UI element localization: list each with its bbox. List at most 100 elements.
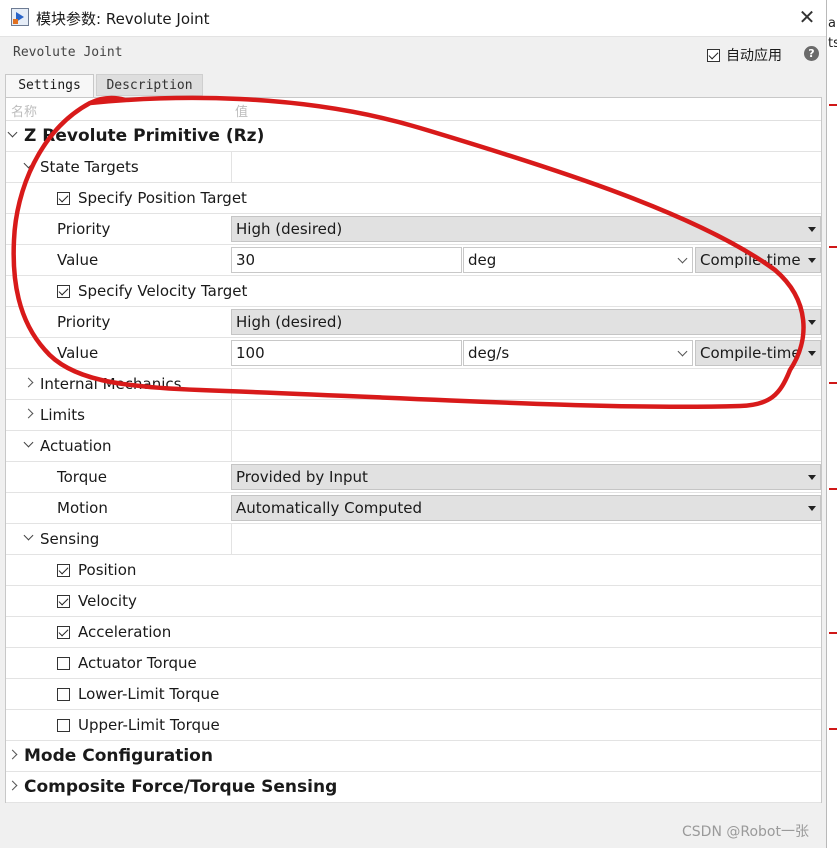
dropdown-arrow-icon: [808, 475, 816, 480]
velocity-value-label: Value: [57, 344, 99, 362]
motion-select[interactable]: Automatically Computed: [231, 495, 821, 521]
tree-row-actuation[interactable]: Actuation: [6, 431, 821, 462]
tree-row-sense-upper-limit[interactable]: Upper-Limit Torque: [6, 710, 821, 741]
sense-acceleration-label: Acceleration: [78, 623, 172, 641]
chevron-down-icon[interactable]: [25, 152, 32, 182]
help-icon[interactable]: ?: [804, 46, 819, 61]
composite-force-label: Composite Force/Torque Sensing: [24, 777, 338, 797]
title-bar[interactable]: 模块参数: Revolute Joint ✕: [0, 0, 826, 37]
chevron-down-icon: [677, 253, 688, 264]
close-icon[interactable]: ✕: [794, 4, 820, 30]
position-value-input[interactable]: 30: [231, 247, 462, 273]
chevron-right-icon[interactable]: [9, 741, 16, 771]
sense-upper-limit-option[interactable]: Upper-Limit Torque: [57, 710, 220, 740]
tab-description[interactable]: Description: [96, 74, 203, 96]
sense-actuator-torque-label: Actuator Torque: [78, 654, 197, 672]
velocity-priority-label: Priority: [57, 313, 111, 331]
motion-value: Automatically Computed: [236, 499, 423, 517]
value-cell: [231, 400, 822, 430]
sensing-label: Sensing: [40, 530, 100, 548]
tree-row-composite-force[interactable]: Composite Force/Torque Sensing: [6, 772, 821, 803]
velocity-eval-select[interactable]: Compile-time: [695, 340, 821, 366]
background-line-mark: [829, 104, 837, 106]
position-priority-value: High (desired): [236, 220, 343, 238]
sense-position-option[interactable]: Position: [57, 555, 136, 585]
velocity-unit-select[interactable]: deg/s: [463, 340, 693, 366]
position-unit-select[interactable]: deg: [463, 247, 693, 273]
value-cell: [231, 431, 822, 461]
tree-row-specify-position[interactable]: Specify Position Target: [6, 183, 821, 214]
chevron-down-icon[interactable]: [9, 121, 16, 151]
sense-velocity-option[interactable]: Velocity: [57, 586, 137, 616]
tree-row-internal-mechanics[interactable]: Internal Mechanics: [6, 369, 821, 400]
velocity-eval-value: Compile-time: [700, 344, 801, 362]
specify-velocity-target-option[interactable]: Specify Velocity Target: [57, 276, 247, 306]
tree-row-primitive[interactable]: Z Revolute Primitive (Rz): [6, 121, 821, 152]
specify-position-target-label: Specify Position Target: [78, 189, 247, 207]
motion-label: Motion: [57, 499, 108, 517]
tree-row-sense-velocity[interactable]: Velocity: [6, 586, 821, 617]
tree-row-mode-configuration[interactable]: Mode Configuration: [6, 741, 821, 772]
sense-actuator-torque-option[interactable]: Actuator Torque: [57, 648, 197, 678]
chevron-right-icon[interactable]: [25, 400, 32, 430]
watermark: CSDN @Robot一张: [682, 824, 809, 840]
name-column-header: 名称: [11, 105, 38, 120]
tree-row-sense-lower-limit[interactable]: Lower-Limit Torque: [6, 679, 821, 710]
tree-row-specify-velocity[interactable]: Specify Velocity Target: [6, 276, 821, 307]
background-text: ap: [828, 16, 837, 31]
dropdown-arrow-icon: [808, 320, 816, 325]
tree-row-torque: Torque Provided by Input: [6, 462, 821, 493]
sense-lower-limit-option[interactable]: Lower-Limit Torque: [57, 679, 219, 709]
actuation-label: Actuation: [40, 437, 112, 455]
block-parameters-dialog: 模块参数: Revolute Joint ✕ Revolute Joint 自动…: [0, 0, 827, 848]
specify-position-target-checkbox[interactable]: [57, 191, 70, 205]
state-targets-label: State Targets: [40, 158, 139, 176]
torque-select[interactable]: Provided by Input: [231, 464, 821, 490]
tree-row-sense-position[interactable]: Position: [6, 555, 821, 586]
chevron-right-icon[interactable]: [9, 772, 16, 802]
sense-actuator-torque-checkbox[interactable]: [57, 656, 70, 670]
torque-value: Provided by Input: [236, 468, 368, 486]
block-header: Revolute Joint 自动应用: [0, 37, 826, 71]
dropdown-arrow-icon: [808, 351, 816, 356]
background-text: ts: [828, 36, 837, 51]
tree-row-limits[interactable]: Limits: [6, 400, 821, 431]
sense-acceleration-checkbox[interactable]: [57, 625, 70, 639]
sense-acceleration-option[interactable]: Acceleration: [57, 617, 171, 647]
tree-row-sense-acceleration[interactable]: Acceleration: [6, 617, 821, 648]
sense-lower-limit-label: Lower-Limit Torque: [78, 685, 220, 703]
position-priority-label: Priority: [57, 220, 111, 238]
chevron-down-icon[interactable]: [25, 524, 32, 554]
specify-velocity-target-label: Specify Velocity Target: [78, 282, 248, 300]
value-cell: [231, 369, 822, 399]
sense-position-checkbox[interactable]: [57, 563, 70, 577]
sense-upper-limit-label: Upper-Limit Torque: [78, 716, 220, 734]
specify-position-target-option[interactable]: Specify Position Target: [57, 183, 247, 213]
tree-row-sense-actuator-torque[interactable]: Actuator Torque: [6, 648, 821, 679]
position-priority-select[interactable]: High (desired): [231, 216, 821, 242]
velocity-priority-select[interactable]: High (desired): [231, 309, 821, 335]
tree-row-sensing[interactable]: Sensing: [6, 524, 821, 555]
position-eval-select[interactable]: Compile-time: [695, 247, 821, 273]
block-type-name: Revolute Joint: [13, 45, 123, 60]
background-line-mark: [829, 632, 837, 634]
chevron-right-icon[interactable]: [25, 369, 32, 399]
sense-velocity-checkbox[interactable]: [57, 594, 70, 608]
auto-apply-checkbox[interactable]: [707, 48, 720, 62]
parameter-tree-panel: 名称 值 Z Revolute Primitive (Rz) State Tar…: [5, 97, 822, 803]
chevron-down-icon: [677, 346, 688, 357]
velocity-value-input[interactable]: 100: [231, 340, 462, 366]
chevron-down-icon[interactable]: [25, 431, 32, 461]
auto-apply-label: 自动应用: [726, 48, 782, 64]
primitive-section-label: Z Revolute Primitive (Rz): [24, 126, 265, 146]
auto-apply-toggle[interactable]: 自动应用: [707, 45, 782, 65]
sense-upper-limit-checkbox[interactable]: [57, 718, 70, 732]
specify-velocity-target-checkbox[interactable]: [57, 284, 70, 298]
background-line-mark: [829, 728, 837, 730]
sense-lower-limit-checkbox[interactable]: [57, 687, 70, 701]
column-header: 名称 值: [6, 98, 821, 121]
tree-row-state-targets[interactable]: State Targets: [6, 152, 821, 183]
dropdown-arrow-icon: [808, 227, 816, 232]
background-line-mark: [829, 488, 837, 490]
tab-settings[interactable]: Settings: [5, 74, 94, 98]
